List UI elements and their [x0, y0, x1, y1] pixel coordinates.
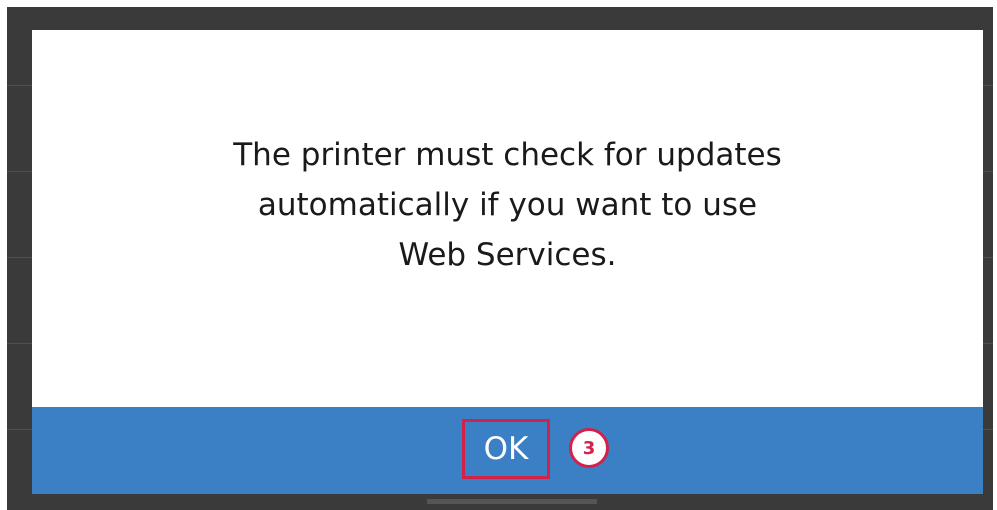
update-required-dialog: The printer must check for updates autom… — [32, 30, 983, 494]
dialog-footer: OK 3 — [32, 407, 983, 494]
message-line: automatically if you want to use — [257, 186, 758, 223]
dialog-body: The printer must check for updates autom… — [32, 30, 983, 407]
dialog-message: The printer must check for updates autom… — [148, 130, 868, 280]
background-tab — [427, 499, 597, 504]
message-line: Web Services. — [398, 236, 617, 273]
ok-button[interactable]: OK — [462, 419, 550, 479]
step-number-badge: 3 — [569, 428, 609, 468]
message-line: The printer must check for updates — [233, 136, 782, 173]
